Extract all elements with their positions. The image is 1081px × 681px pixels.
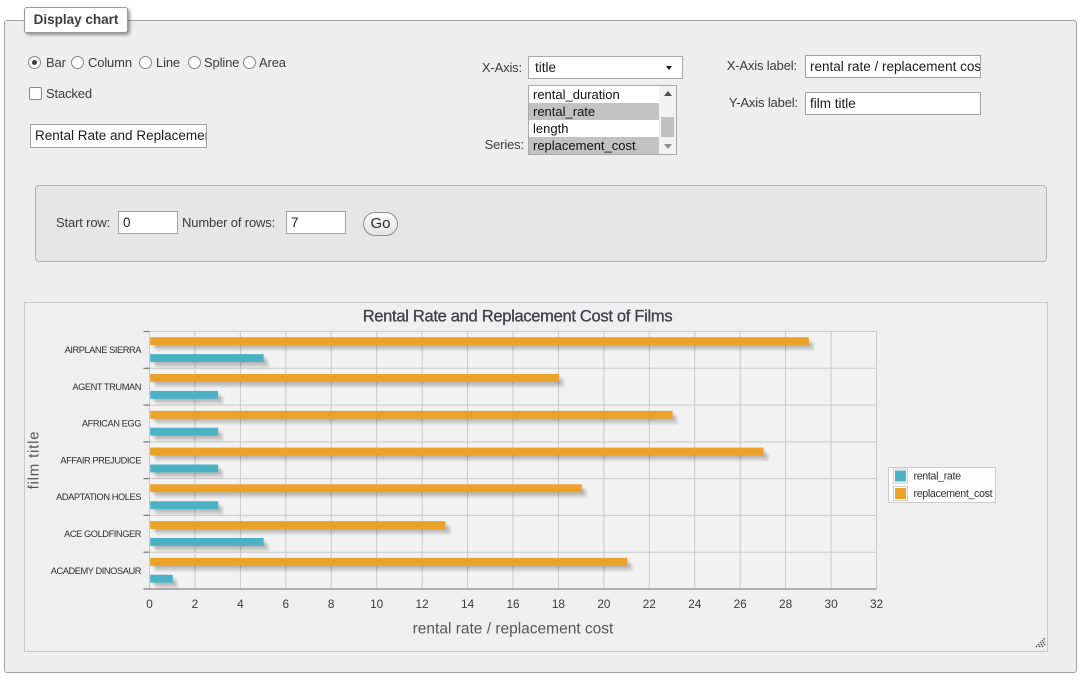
svg-text:rental_rate: rental_rate [914, 471, 962, 483]
svg-text:ACADEMY DINOSAUR: ACADEMY DINOSAUR [51, 566, 142, 576]
svg-text:28: 28 [779, 597, 793, 611]
svg-text:ACE GOLDFINGER: ACE GOLDFINGER [64, 529, 142, 539]
svg-text:AFRICAN EGG: AFRICAN EGG [82, 419, 141, 429]
svg-text:12: 12 [416, 597, 429, 611]
svg-text:10: 10 [370, 597, 384, 611]
svg-text:22: 22 [643, 597, 656, 611]
svg-text:26: 26 [734, 597, 748, 611]
svg-text:24: 24 [688, 597, 702, 611]
svg-text:AFFAIR PREJUDICE: AFFAIR PREJUDICE [60, 455, 141, 465]
svg-text:2: 2 [192, 597, 199, 611]
svg-text:18: 18 [552, 597, 566, 611]
svg-text:30: 30 [825, 597, 839, 611]
svg-text:6: 6 [283, 597, 290, 611]
svg-text:14: 14 [461, 597, 475, 611]
svg-text:32: 32 [870, 597, 883, 611]
svg-text:0: 0 [146, 597, 153, 611]
svg-text:AIRPLANE SIERRA: AIRPLANE SIERRA [65, 345, 143, 355]
svg-text:20: 20 [597, 597, 611, 611]
svg-text:AGENT TRUMAN: AGENT TRUMAN [72, 382, 141, 392]
svg-text:4: 4 [237, 597, 244, 611]
svg-text:Rental Rate and Replacement Co: Rental Rate and Replacement Cost of Film… [363, 308, 673, 326]
svg-text:film title: film title [26, 431, 43, 490]
svg-text:16: 16 [506, 597, 520, 611]
svg-text:8: 8 [328, 597, 335, 611]
svg-text:rental rate / replacement cost: rental rate / replacement cost [413, 621, 614, 638]
svg-text:ADAPTATION HOLES: ADAPTATION HOLES [56, 492, 141, 502]
svg-text:replacement_cost: replacement_cost [914, 488, 993, 500]
